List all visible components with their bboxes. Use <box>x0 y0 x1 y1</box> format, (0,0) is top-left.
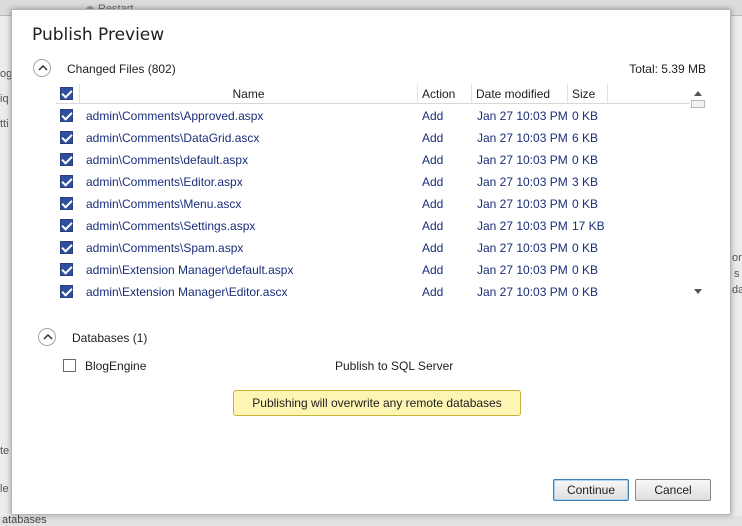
file-size: 0 KB <box>572 109 599 123</box>
file-action: Add <box>422 175 444 189</box>
background-fragment: tti <box>0 118 9 130</box>
file-name: admin\Comments\Approved.aspx <box>86 109 264 123</box>
file-name: admin\Comments\Spam.aspx <box>86 241 244 255</box>
file-name: admin\Comments\Editor.aspx <box>86 175 243 189</box>
row-checkbox[interactable] <box>60 285 73 298</box>
file-size: 6 KB <box>572 131 599 145</box>
file-action: Add <box>422 263 444 277</box>
file-size: 0 KB <box>572 197 599 211</box>
vertical-scrollbar[interactable] <box>690 84 706 300</box>
table-row[interactable]: admin\Comments\DataGrid.ascx Add Jan 27 10… <box>56 127 690 149</box>
databases-label: Databases (1) <box>72 331 148 345</box>
table-row[interactable]: admin\Comments\Menu.ascx Add Jan 27 10:03 … <box>56 193 690 215</box>
file-name: admin\Comments\DataGrid.ascx <box>86 131 260 145</box>
file-action: Add <box>422 285 444 299</box>
file-action: Add <box>422 131 444 145</box>
row-checkbox[interactable] <box>60 131 73 144</box>
background-fragment: or <box>732 252 742 264</box>
background-footer <box>0 516 742 526</box>
file-name: admin\Extension Manager\Editor.ascx <box>86 285 288 299</box>
table-row[interactable]: admin\Extension Manager\default.aspx Add J… <box>56 259 690 281</box>
continue-button[interactable]: Continue <box>553 479 629 501</box>
file-action: Add <box>422 241 444 255</box>
database-checkbox[interactable] <box>63 359 76 372</box>
total-size: Total: 5.39 MB <box>629 62 706 76</box>
scroll-down-arrow-icon[interactable] <box>694 289 702 294</box>
background-fragment: atabases <box>2 514 47 526</box>
dialog-title: Publish Preview <box>32 25 165 45</box>
changed-files-table: Name Action Date modified Size admin\Com… <box>56 84 706 300</box>
header-checkbox-cell <box>56 84 80 104</box>
file-action: Add <box>422 219 444 233</box>
file-size: 0 KB <box>572 285 599 299</box>
collapse-changed-files-button[interactable] <box>33 59 51 77</box>
scroll-up-arrow-icon[interactable] <box>694 91 702 96</box>
table-row[interactable]: admin\Comments\Settings.aspx Add Jan 27 10… <box>56 215 690 237</box>
file-size: 0 KB <box>572 241 599 255</box>
file-date: Jan 27 10:03 PM <box>477 241 568 255</box>
file-size: 0 KB <box>572 263 599 277</box>
scroll-thumb[interactable] <box>691 100 705 108</box>
table-header: Name Action Date modified Size <box>56 84 690 104</box>
row-checkbox[interactable] <box>60 197 73 210</box>
file-date: Jan 27 10:03 PM <box>477 131 568 145</box>
background-fragment: s <box>734 268 740 280</box>
file-date: Jan 27 10:03 PM <box>477 197 568 211</box>
file-name: admin\Comments\Menu.ascx <box>86 197 242 211</box>
file-name: admin\Comments\default.aspx <box>86 153 249 167</box>
chevron-up-icon <box>38 65 48 71</box>
changed-files-label: Changed Files (802) <box>67 62 176 76</box>
table-row[interactable]: admin\Extension Manager\Editor.ascx Add Ja… <box>56 281 690 303</box>
column-header-date[interactable]: Date modified <box>472 84 568 104</box>
table-row[interactable]: admin\Comments\Editor.aspx Add Jan 27 10:0… <box>56 171 690 193</box>
file-action: Add <box>422 109 444 123</box>
row-checkbox[interactable] <box>60 263 73 276</box>
column-header-action[interactable]: Action <box>418 84 472 104</box>
background-fragment: te <box>0 445 10 457</box>
row-checkbox[interactable] <box>60 175 73 188</box>
row-checkbox[interactable] <box>60 109 73 122</box>
column-header-size[interactable]: Size <box>568 84 608 104</box>
file-date: Jan 27 10:03 PM <box>477 175 568 189</box>
column-header-name[interactable]: Name <box>80 84 418 104</box>
file-name: admin\Extension Manager\default.aspx <box>86 263 294 277</box>
background-fragment: le <box>0 483 9 495</box>
publish-preview-dialog: Publish Preview Changed Files (802) Tota… <box>11 9 731 515</box>
file-size: 0 KB <box>572 153 599 167</box>
table-row[interactable]: admin\Comments\Spam.aspx Add Jan 27 10:03 … <box>56 237 690 259</box>
cancel-button[interactable]: Cancel <box>635 479 711 501</box>
file-action: Add <box>422 153 444 167</box>
file-date: Jan 27 10:03 PM <box>477 219 568 233</box>
file-date: Jan 27 10:03 PM <box>477 153 568 167</box>
file-size: 17 KB <box>572 219 605 233</box>
table-row[interactable]: admin\Comments\default.aspx Add Jan 27 10:… <box>56 149 690 171</box>
chevron-up-icon <box>43 334 53 340</box>
table-row[interactable]: admin\Comments\Approved.aspx Add Jan 27 10… <box>56 105 690 127</box>
row-checkbox[interactable] <box>60 219 73 232</box>
file-date: Jan 27 10:03 PM <box>477 109 568 123</box>
file-name: admin\Comments\Settings.aspx <box>86 219 256 233</box>
database-row: BlogEngine Publish to SQL Server <box>62 356 482 376</box>
file-size: 3 KB <box>572 175 599 189</box>
database-action: Publish to SQL Server <box>335 359 454 373</box>
file-date: Jan 27 10:03 PM <box>477 285 568 299</box>
row-checkbox[interactable] <box>60 241 73 254</box>
background-fragment: iq <box>0 93 9 105</box>
collapse-databases-button[interactable] <box>38 328 56 346</box>
file-action: Add <box>422 197 444 211</box>
database-warning-banner: Publishing will overwrite any remote dat… <box>233 390 521 416</box>
row-checkbox[interactable] <box>60 153 73 166</box>
background-fragment: da <box>732 284 742 296</box>
file-date: Jan 27 10:03 PM <box>477 263 568 277</box>
database-name: BlogEngine <box>85 359 147 373</box>
